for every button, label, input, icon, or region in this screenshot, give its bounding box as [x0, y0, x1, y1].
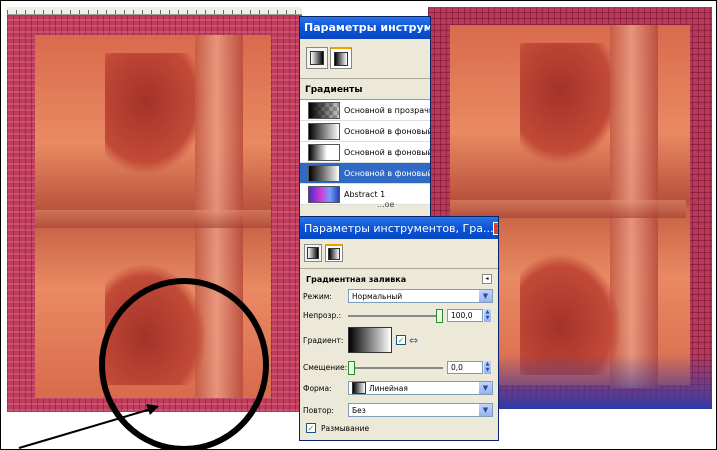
- screenshot-stage: Параметры инструмент Градиенты Основной …: [0, 0, 717, 450]
- annotation-overlay: [18, 278, 269, 449]
- highlight-circle: [99, 278, 269, 449]
